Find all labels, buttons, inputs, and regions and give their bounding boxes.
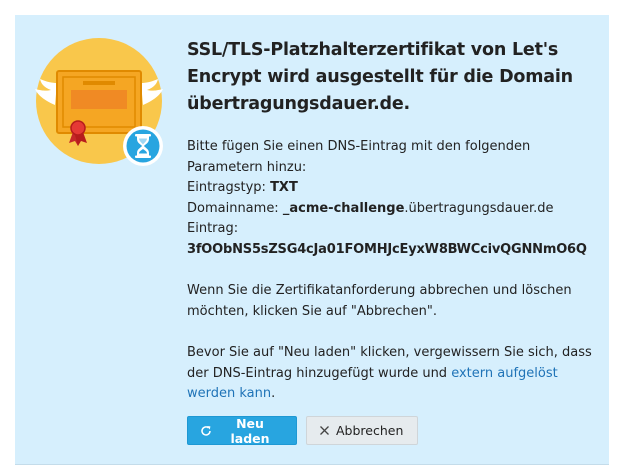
record-type-label: Eintragstyp:: [187, 180, 266, 195]
record-type-row: Eintragstyp: TXT: [187, 178, 597, 199]
reload-button[interactable]: Neu laden: [187, 415, 297, 446]
close-icon: [320, 426, 329, 435]
reload-button-label: Neu laden: [230, 415, 270, 446]
dialog-content: SSL/TLS-Platzhalterzertifikat von Let's …: [187, 37, 597, 405]
refresh-icon: [201, 425, 211, 436]
domain-name-suffix: .übertragungsdauer.de: [404, 200, 554, 216]
dialog-panel: SSL/TLS-Platzhalterzertifikat von Let's …: [15, 15, 609, 465]
reload-note-end: .: [271, 386, 276, 401]
certificate-icon: [35, 38, 163, 166]
dns-instructions: Bitte fügen Sie einen DNS-Eintrag mit de…: [187, 137, 597, 260]
cancel-note: Wenn Sie die Zertifikatanforderung abbre…: [187, 283, 572, 319]
certificate-illustration: [33, 35, 183, 185]
record-type-value: TXT: [270, 180, 298, 195]
dialog-title: SSL/TLS-Platzhalterzertifikat von Let's …: [187, 40, 573, 114]
record-label: Eintrag:: [187, 221, 239, 236]
domain-name-label: Domainname:: [187, 200, 279, 216]
reload-note: Bevor Sie auf "Neu laden" klicken, verge…: [187, 343, 597, 405]
cancel-button[interactable]: Abbrechen: [306, 416, 418, 445]
domain-name-prefix: _acme-challenge: [282, 200, 405, 216]
button-bar: Neu laden Abbrechen: [187, 415, 418, 446]
domain-name-row: Domainname: _acme-challenge.übertragungs…: [187, 199, 597, 220]
hourglass-icon: [123, 126, 163, 166]
record-value: 3fOObNS5sZSG4cJa01FOMHJcEyxW8BWCcivQGNNm…: [187, 241, 587, 257]
cancel-button-label: Abbrechen: [336, 423, 404, 438]
instructions-intro: Bitte fügen Sie einen DNS-Eintrag mit de…: [187, 139, 531, 175]
